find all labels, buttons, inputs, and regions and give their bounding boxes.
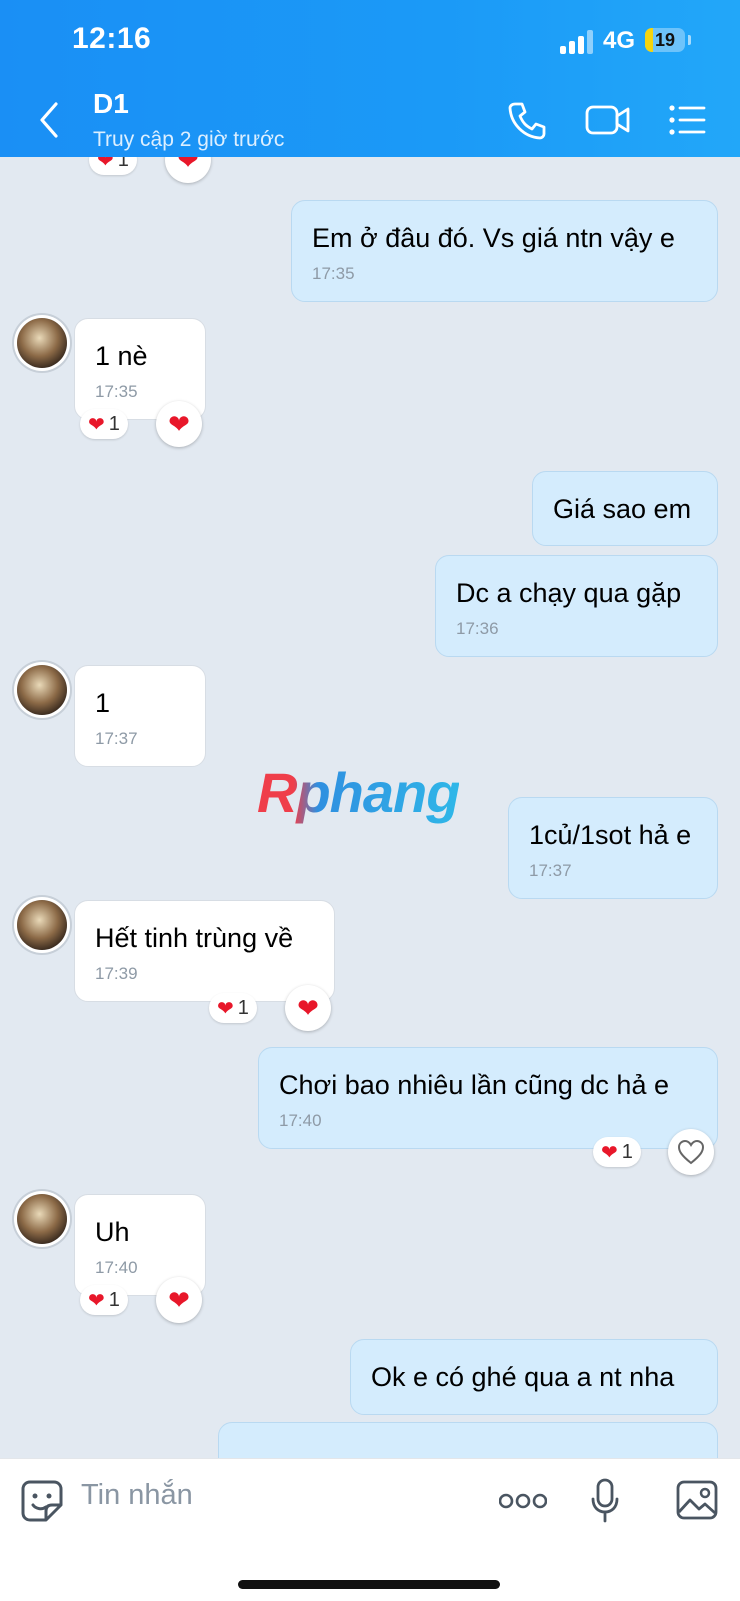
sticker-button[interactable] — [20, 1479, 64, 1528]
battery-icon: 19 — [645, 28, 685, 52]
react-button[interactable] — [668, 1129, 714, 1175]
message-time: 17:39 — [95, 964, 138, 983]
reaction-count: 1 — [621, 1140, 633, 1163]
reaction-count: 1 — [108, 1288, 120, 1311]
contact-name[interactable]: D1 — [93, 88, 129, 120]
menu-list-icon — [669, 105, 706, 135]
message-bubble-incoming[interactable]: 1 17:37 — [74, 665, 206, 767]
reaction-count: 1 — [117, 157, 129, 171]
message-text: Hết tinh trùng về — [95, 923, 294, 953]
message-time: 17:35 — [95, 382, 138, 401]
avatar[interactable] — [17, 1194, 67, 1244]
chat-header: 12:16 4G 19 D1 Truy cập 2 giờ trước — [0, 0, 740, 157]
menu-button[interactable] — [666, 98, 710, 142]
back-button[interactable] — [30, 98, 70, 142]
heart-icon: ❤ — [168, 1284, 190, 1315]
message-text: Ok e có ghé qua a nt nha — [371, 1362, 675, 1392]
heart-icon: ❤ — [88, 1289, 105, 1312]
message-text: 1 — [95, 688, 111, 718]
message-bubble-outgoing[interactable]: Chơi bao nhiêu lần cũng dc hả e 17:40 — [258, 1047, 718, 1149]
heart-icon: ❤ — [97, 157, 114, 172]
reaction-summary[interactable]: ❤ 1 — [80, 1285, 128, 1315]
phone-icon — [508, 102, 546, 140]
react-button[interactable]: ❤ — [165, 157, 211, 183]
message-text: Em ở đâu đó. Vs giá ntn vậy e — [312, 223, 675, 253]
message-text: Dc a chạy qua gặp — [456, 578, 682, 608]
avatar[interactable] — [17, 900, 67, 950]
microphone-icon — [591, 1478, 619, 1523]
image-button[interactable] — [675, 1479, 719, 1526]
message-bubble-outgoing[interactable]: Giá sao em — [532, 471, 718, 546]
react-button[interactable]: ❤ — [156, 401, 202, 447]
reaction-summary[interactable]: ❤ 1 — [593, 1137, 641, 1167]
video-call-icon — [585, 105, 630, 135]
message-text: 1 nè — [95, 341, 148, 371]
message-text: 1củ/1sot hả e — [529, 820, 692, 850]
status-time: 12:16 — [72, 22, 152, 55]
message-time: 17:37 — [95, 729, 138, 748]
message-text: Giá sao em — [553, 494, 692, 524]
avatar[interactable] — [17, 318, 67, 368]
more-options-icon — [498, 1493, 548, 1509]
message-bubble-incoming[interactable]: Hết tinh trùng về 17:39 — [74, 900, 335, 1002]
react-button[interactable]: ❤ — [156, 1277, 202, 1323]
message-time: 17:40 — [279, 1111, 322, 1130]
more-options-button[interactable] — [498, 1489, 548, 1518]
message-text: Chơi bao nhiêu lần cũng dc hả e — [279, 1070, 669, 1100]
signal-strength-icon — [560, 30, 594, 54]
network-type: 4G — [603, 27, 636, 54]
message-bubble-outgoing[interactable]: Em ở đâu đó. Vs giá ntn vậy e 17:35 — [291, 200, 718, 302]
back-chevron-icon — [40, 102, 58, 138]
home-indicator[interactable] — [238, 1580, 500, 1589]
heart-icon: ❤ — [217, 997, 234, 1020]
message-bubble-outgoing[interactable]: Ok e có ghé qua a nt nha — [350, 1339, 718, 1415]
video-call-button[interactable] — [584, 98, 632, 142]
message-bubble-outgoing[interactable] — [218, 1422, 718, 1458]
battery-level: 19 — [654, 30, 676, 50]
heart-icon: ❤ — [297, 992, 319, 1023]
message-time: 17:35 — [312, 264, 355, 283]
reaction-summary[interactable]: ❤ 1 — [89, 157, 137, 175]
reaction-summary[interactable]: ❤ 1 — [209, 993, 257, 1023]
heart-icon: ❤ — [168, 408, 190, 439]
image-icon — [676, 1480, 718, 1520]
battery-tip — [688, 35, 691, 45]
heart-outline-icon — [677, 1139, 705, 1165]
message-text: Uh — [95, 1217, 130, 1247]
voice-button[interactable] — [590, 1477, 620, 1530]
watermark: Rphang — [257, 761, 460, 824]
message-bubble-outgoing[interactable]: Dc a chạy qua gặp 17:36 — [435, 555, 718, 657]
call-button[interactable] — [505, 98, 549, 142]
heart-icon: ❤ — [88, 413, 105, 436]
contact-status: Truy cập 2 giờ trước — [93, 128, 285, 151]
message-time: 17:36 — [456, 619, 499, 638]
message-time: 17:37 — [529, 861, 572, 880]
heart-icon: ❤ — [177, 157, 199, 175]
reaction-count: 1 — [237, 996, 249, 1019]
reaction-count: 1 — [108, 412, 120, 435]
reaction-summary[interactable]: ❤ 1 — [80, 409, 128, 439]
sticker-icon — [21, 1480, 63, 1522]
heart-icon: ❤ — [601, 1141, 618, 1164]
message-input[interactable]: Tin nhắn — [81, 1479, 193, 1512]
message-time: 17:40 — [95, 1258, 138, 1277]
message-bubble-outgoing[interactable]: 1củ/1sot hả e 17:37 — [508, 797, 718, 899]
react-button[interactable]: ❤ — [285, 985, 331, 1031]
avatar[interactable] — [17, 665, 67, 715]
